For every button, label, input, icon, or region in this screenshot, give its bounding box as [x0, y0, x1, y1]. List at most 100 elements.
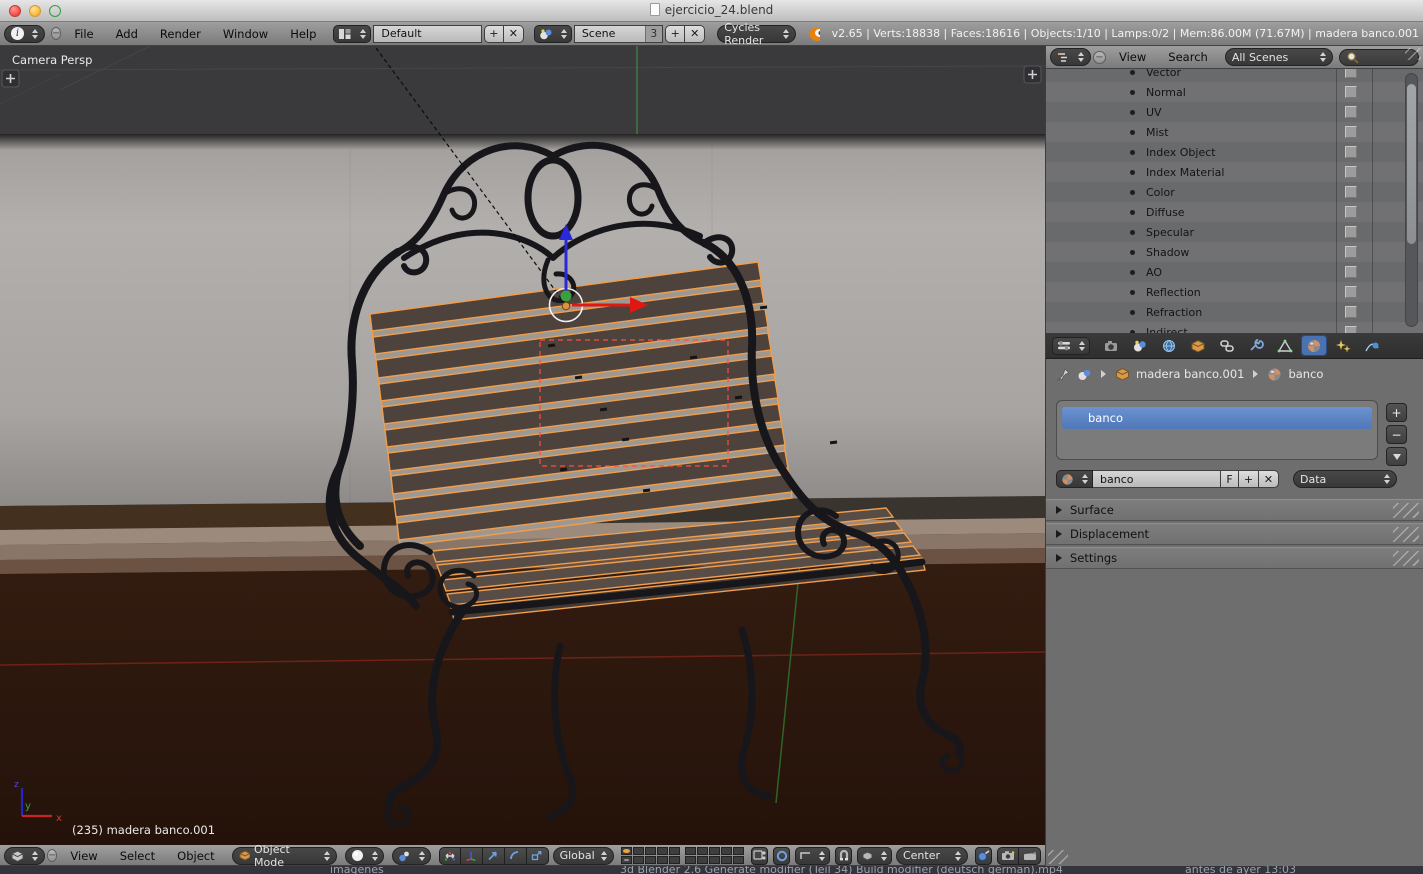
- rotate-arc-button[interactable]: [505, 847, 527, 865]
- tab-modifiers[interactable]: [1243, 335, 1269, 356]
- pass-checkbox[interactable]: [1345, 326, 1357, 333]
- manipulator-y-handle[interactable]: [561, 291, 572, 302]
- collapsed-panel-header[interactable]: Displacement: [1046, 523, 1423, 545]
- menu-item[interactable]: Add: [105, 27, 149, 41]
- menu-item[interactable]: Object: [166, 849, 225, 863]
- corner-widget[interactable]: [1405, 48, 1421, 60]
- outliner-item[interactable]: Mist: [1046, 122, 1423, 142]
- pass-checkbox[interactable]: [1345, 166, 1357, 178]
- outliner-item[interactable]: Reflection: [1046, 282, 1423, 302]
- pass-checkbox[interactable]: [1345, 126, 1357, 138]
- menu-item[interactable]: File: [63, 27, 104, 41]
- transform-orientation-dropdown[interactable]: Global: [553, 847, 615, 865]
- pass-checkbox[interactable]: [1345, 186, 1357, 198]
- remove-slot-button[interactable]: −: [1386, 425, 1407, 444]
- panel-drag-widget[interactable]: [1393, 551, 1419, 566]
- add-slot-button[interactable]: +: [1386, 403, 1407, 422]
- render-still-button[interactable]: [997, 847, 1019, 865]
- translate-manipulator-button[interactable]: [461, 847, 483, 865]
- menu-item[interactable]: View: [59, 849, 108, 863]
- outliner-scope-dropdown[interactable]: All Scenes: [1225, 48, 1333, 66]
- tab-material[interactable]: [1301, 335, 1327, 356]
- tab-constraints[interactable]: [1214, 335, 1240, 356]
- tab-object-data[interactable]: [1272, 335, 1298, 356]
- browse-material-button[interactable]: [1056, 470, 1093, 488]
- outliner-item[interactable]: Shadow: [1046, 242, 1423, 262]
- proportional-edit-button[interactable]: [773, 847, 790, 865]
- screen-layout-icon-button[interactable]: [333, 25, 371, 43]
- render-animation-button[interactable]: [1019, 847, 1041, 865]
- sidebar-expand-button[interactable]: [1024, 66, 1041, 83]
- toolshelf-expand-button[interactable]: [2, 70, 19, 87]
- tab-world[interactable]: [1156, 335, 1182, 356]
- render-engine-dropdown[interactable]: Cycles Render: [717, 25, 796, 43]
- add-layout-button[interactable]: +: [484, 25, 504, 43]
- outliner-item[interactable]: Refraction: [1046, 302, 1423, 322]
- collapsed-panel-header[interactable]: Settings: [1046, 547, 1423, 569]
- editor-type-selector-info[interactable]: i: [4, 25, 45, 43]
- rotate-manipulator-button[interactable]: [483, 847, 505, 865]
- material-slot-list[interactable]: banco: [1056, 400, 1378, 460]
- tab-scene[interactable]: [1127, 335, 1153, 356]
- tab-texture[interactable]: [1330, 335, 1356, 356]
- menu-item[interactable]: View: [1108, 50, 1157, 64]
- pass-checkbox[interactable]: [1345, 246, 1357, 258]
- pass-checkbox[interactable]: [1345, 86, 1357, 98]
- outliner-item[interactable]: Specular: [1046, 222, 1423, 242]
- 3d-viewport[interactable]: Camera Persp x y z (235) madera banco.00…: [0, 46, 1045, 845]
- collapse-menus-icon[interactable]: −: [1093, 51, 1106, 64]
- editor-type-selector-view3d[interactable]: [4, 847, 45, 865]
- pass-checkbox[interactable]: [1345, 69, 1357, 78]
- pass-checkbox[interactable]: [1345, 146, 1357, 158]
- pass-checkbox[interactable]: [1345, 206, 1357, 218]
- corner-widget[interactable]: [1048, 850, 1068, 864]
- panel-drag-widget[interactable]: [1393, 503, 1419, 518]
- menu-item[interactable]: Help: [279, 27, 327, 41]
- outliner-item[interactable]: Color: [1046, 182, 1423, 202]
- outliner-item[interactable]: Indirect: [1046, 322, 1423, 333]
- breadcrumb-material-name[interactable]: banco: [1288, 367, 1323, 381]
- collapse-menus-icon[interactable]: −: [51, 27, 61, 40]
- manipulator-toggle-button[interactable]: [439, 847, 461, 865]
- layers-widget[interactable]: [621, 847, 744, 864]
- pass-checkbox[interactable]: [1345, 226, 1357, 238]
- material-name-field[interactable]: banco: [1093, 470, 1221, 488]
- breadcrumb-object-name[interactable]: madera banco.001: [1136, 367, 1244, 381]
- falloff-dropdown[interactable]: [795, 847, 830, 865]
- outliner-item[interactable]: Index Material: [1046, 162, 1423, 182]
- menu-item[interactable]: Search: [1157, 50, 1219, 64]
- editor-type-selector-properties[interactable]: [1052, 337, 1090, 355]
- material-source-dropdown[interactable]: Data: [1293, 470, 1397, 488]
- lock-to-scene-button[interactable]: [751, 847, 768, 865]
- fake-user-button[interactable]: F: [1221, 470, 1239, 488]
- add-scene-button[interactable]: +: [665, 25, 685, 43]
- menu-item[interactable]: Select: [109, 849, 166, 863]
- slot-specials-button[interactable]: [1386, 447, 1407, 466]
- delete-scene-button[interactable]: ✕: [685, 25, 705, 43]
- collapse-menus-icon[interactable]: −: [47, 849, 57, 862]
- pass-checkbox[interactable]: [1345, 306, 1357, 318]
- snap-toggle-button[interactable]: [835, 847, 852, 865]
- menu-item[interactable]: Window: [212, 27, 279, 41]
- panel-drag-widget[interactable]: [1393, 527, 1419, 542]
- menu-item[interactable]: Render: [149, 27, 212, 41]
- tab-physics[interactable]: [1359, 335, 1385, 356]
- outliner-item[interactable]: AO: [1046, 262, 1423, 282]
- scale-manipulator-button[interactable]: [527, 847, 549, 865]
- scrollbar-thumb[interactable]: [1407, 84, 1416, 244]
- pass-checkbox[interactable]: [1345, 286, 1357, 298]
- material-slot-selected[interactable]: banco: [1062, 407, 1372, 429]
- pass-checkbox[interactable]: [1345, 266, 1357, 278]
- scene-icon-button[interactable]: [534, 25, 572, 43]
- viewport-canvas[interactable]: Camera Persp x y z (235) madera banco.00…: [0, 46, 1045, 845]
- editor-type-selector-outliner[interactable]: [1050, 48, 1091, 66]
- tab-render[interactable]: [1098, 335, 1124, 356]
- pivot-point-dropdown[interactable]: [392, 847, 431, 865]
- delete-layout-button[interactable]: ✕: [504, 25, 524, 43]
- pass-checkbox[interactable]: [1345, 106, 1357, 118]
- render-opengl-button[interactable]: [975, 847, 992, 865]
- outliner-item[interactable]: Index Object: [1046, 142, 1423, 162]
- outliner-item[interactable]: Normal: [1046, 82, 1423, 102]
- mode-dropdown[interactable]: Object Mode: [232, 847, 337, 865]
- outliner-item[interactable]: UV: [1046, 102, 1423, 122]
